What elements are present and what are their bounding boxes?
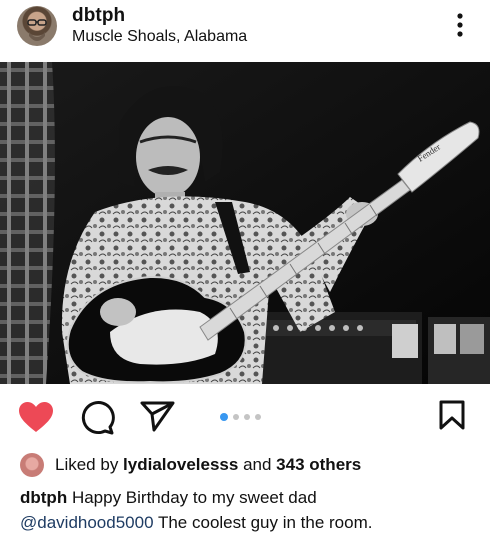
comment-icon[interactable] (79, 400, 115, 436)
post-caption: dbtph Happy Birthday to my sweet dad @da… (20, 485, 480, 535)
bookmark-icon[interactable] (439, 400, 465, 430)
caption-mention[interactable]: @davidhood5000 (20, 513, 154, 532)
likes-prefix: Liked by (55, 455, 124, 474)
likes-row: Liked by lydialovelesss and 343 others (0, 446, 490, 480)
likes-middle: and (238, 455, 277, 474)
carousel-dot-active (220, 412, 228, 421)
likes-others[interactable]: 343 others (276, 455, 361, 474)
caption-text-end: The coolest guy in the room. (157, 513, 373, 532)
carousel-dot (233, 413, 239, 420)
post-action-bar (0, 384, 490, 446)
post-photo[interactable]: Fender (0, 62, 490, 384)
post-header: dbtph Muscle Shoals, Alabama (0, 0, 490, 62)
post-username[interactable]: dbtph (72, 5, 125, 27)
likes-summary[interactable]: Liked by lydialovelesss and 343 others (55, 455, 361, 475)
more-vertical-icon[interactable] (452, 12, 468, 40)
post-location[interactable]: Muscle Shoals, Alabama (72, 28, 247, 46)
carousel-indicator (220, 408, 266, 421)
liker-avatar[interactable] (20, 453, 44, 477)
caption-text: Happy Birthday to my sweet dad (71, 488, 317, 507)
carousel-dot (244, 413, 250, 420)
liker-username[interactable]: lydialovelesss (123, 455, 238, 474)
share-paper-plane-icon[interactable] (140, 400, 176, 432)
user-avatar[interactable] (17, 6, 57, 46)
heart-filled-icon[interactable] (18, 401, 54, 433)
caption-username[interactable]: dbtph (20, 488, 67, 507)
carousel-dot (255, 413, 261, 420)
